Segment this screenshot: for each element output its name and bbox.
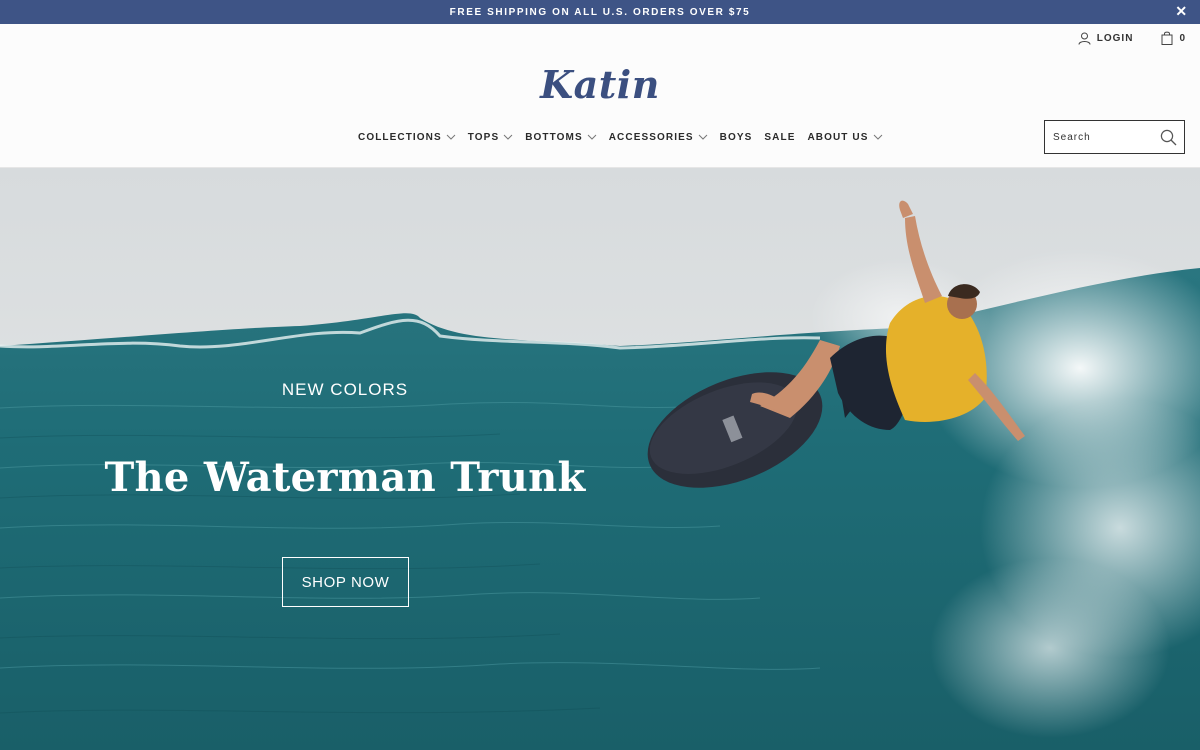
chevron-down-icon (446, 132, 456, 143)
hero-kicker: NEW COLORS (281, 380, 409, 399)
cart-link[interactable]: 0 (1161, 31, 1186, 45)
search-input[interactable] (1045, 121, 1155, 153)
search-box (1044, 120, 1185, 154)
nav-item-label: TOPS (467, 132, 500, 143)
nav-item-about-us[interactable]: ABOUT US (807, 132, 882, 143)
login-label: LOGIN (1096, 32, 1134, 44)
shop-now-button[interactable]: SHOP NOW (282, 557, 409, 607)
nav-item-label: BOTTOMS (525, 132, 583, 143)
nav-item-bottoms[interactable]: BOTTOMS (525, 132, 597, 143)
search-icon[interactable] (1160, 129, 1177, 151)
nav-item-collections[interactable]: COLLECTIONS (358, 132, 456, 143)
nav-item-tops[interactable]: TOPS (468, 132, 513, 143)
utility-links: LOGIN 0 (1078, 31, 1186, 45)
nav-item-label: COLLECTIONS (358, 132, 442, 143)
nav-item-label: ABOUT US (807, 132, 869, 143)
nav-item-label: SALE (764, 132, 796, 143)
chevron-down-icon (587, 132, 597, 143)
cart-count: 0 (1179, 32, 1186, 44)
login-link[interactable]: LOGIN (1078, 32, 1134, 45)
nav-item-sale[interactable]: SALE (764, 132, 795, 143)
nav-item-accessories[interactable]: ACCESSORIES (609, 132, 708, 143)
announcement-bar: FREE SHIPPING ON ALL U.S. ORDERS OVER $7… (0, 0, 1200, 24)
nav-item-boys[interactable]: BOYS (720, 132, 753, 143)
main-nav: COLLECTIONS TOPS BOTTOMS ACCESSORIES BOYS SAL… (358, 132, 895, 143)
nav-item-label: BOYS (719, 132, 753, 143)
site-header: LOGIN 0 Katin COLLECTIONS TOPS BOTTOMS ACCE… (0, 24, 1200, 168)
hero-title: The Waterman Trunk (104, 454, 586, 501)
hero-banner[interactable]: NEW COLORS The Waterman Trunk SHOP NOW (0, 168, 1200, 750)
close-icon[interactable]: ✕ (1174, 3, 1190, 19)
chevron-down-icon (873, 132, 883, 143)
logo[interactable]: Katin (0, 62, 1200, 107)
announcement-text: FREE SHIPPING ON ALL U.S. ORDERS OVER $7… (449, 6, 751, 18)
shopping-bag-icon (1161, 31, 1173, 45)
user-icon (1078, 32, 1091, 45)
chevron-down-icon (698, 132, 708, 143)
logo-text: Katin (540, 62, 660, 107)
nav-item-label: ACCESSORIES (608, 132, 694, 143)
chevron-down-icon (503, 132, 513, 143)
